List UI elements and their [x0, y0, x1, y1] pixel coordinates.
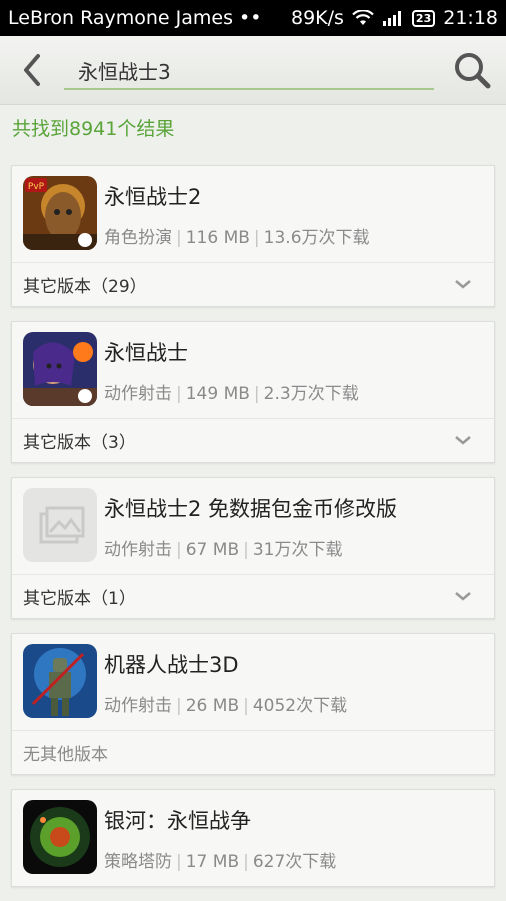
- list-item[interactable]: 银河：永恒战争 策略塔防 | 17 MB | 627次下载: [11, 789, 495, 887]
- svg-text:PvP: PvP: [28, 182, 45, 192]
- image-placeholder-icon: [23, 488, 97, 562]
- clock: 21:18: [443, 7, 498, 29]
- list-item[interactable]: 机器人战士3D 动作射击 | 26 MB | 4052次下载 无其他版本: [11, 633, 495, 775]
- carrier-name: LeBron Raymone James: [8, 7, 233, 29]
- app-meta: 动作射击 | 67 MB | 31万次下载: [104, 540, 343, 560]
- app-name: 永恒战士2 免数据包金币修改版: [104, 497, 398, 521]
- app-meta: 策略塔防 | 17 MB | 627次下载: [104, 852, 337, 872]
- app-name: 永恒战士2: [104, 185, 202, 209]
- app-size: 116 MB: [185, 228, 250, 248]
- robot-warrior-3d-icon: [23, 644, 97, 718]
- chevron-down-icon: [455, 436, 471, 445]
- eternity-warriors-icon: [23, 332, 97, 406]
- app-downloads: 2.3万次下载: [263, 384, 359, 404]
- other-versions-toggle[interactable]: 其它版本（1）: [12, 574, 494, 618]
- other-versions-label: 其它版本（3）: [23, 433, 136, 453]
- app-size: 17 MB: [185, 852, 240, 872]
- app-size: 149 MB: [185, 384, 250, 404]
- app-meta: 动作射击 | 149 MB | 2.3万次下载: [104, 384, 359, 404]
- list-item[interactable]: 永恒战士 动作射击 | 149 MB | 2.3万次下载 其它版本（3）: [11, 321, 495, 463]
- app-name: 永恒战士: [104, 341, 188, 365]
- results-list: PvP 永恒战士2 角色扮演 | 116 MB | 13.6万次下载 其它版本（29）: [11, 165, 495, 901]
- search-icon[interactable]: [452, 50, 492, 90]
- chevron-down-icon: [455, 280, 471, 289]
- app-size: 26 MB: [185, 696, 240, 716]
- other-versions-label: 其它版本（1）: [23, 589, 136, 609]
- app-category: 策略塔防: [104, 852, 172, 872]
- other-versions-toggle[interactable]: 其它版本（29）: [12, 262, 494, 306]
- chevron-down-icon: [455, 592, 471, 601]
- search-header: [0, 36, 506, 105]
- app-category: 角色扮演: [104, 228, 172, 248]
- app-downloads: 627次下载: [252, 852, 337, 872]
- eternity-warriors-2-icon: PvP: [23, 176, 97, 250]
- back-arrow-icon[interactable]: [18, 50, 46, 90]
- app-name: 银河：永恒战争: [104, 809, 251, 833]
- wifi-icon: [352, 10, 374, 25]
- app-size: 67 MB: [185, 540, 240, 560]
- app-category: 动作射击: [104, 384, 172, 404]
- app-downloads: 31万次下载: [252, 540, 343, 560]
- galaxy-eternal-war-icon: [23, 800, 97, 874]
- signal-icon: [382, 11, 401, 26]
- list-item[interactable]: 永恒战士2 免数据包金币修改版 动作射击 | 67 MB | 31万次下载 其它版本（1…: [11, 477, 495, 619]
- app-meta: 角色扮演 | 116 MB | 13.6万次下载: [104, 228, 370, 248]
- status-bar: LeBron Raymone James •• 89K/s 23 21:18: [0, 0, 506, 36]
- result-count: 共找到8941个结果: [12, 118, 175, 140]
- other-versions-label: 其它版本（29）: [23, 277, 147, 297]
- app-category: 动作射击: [104, 696, 172, 716]
- other-versions-toggle[interactable]: 其它版本（3）: [12, 418, 494, 462]
- network-speed: 89K/s: [290, 7, 344, 29]
- app-downloads: 13.6万次下载: [263, 228, 370, 248]
- app-category: 动作射击: [104, 540, 172, 560]
- app-meta: 动作射击 | 26 MB | 4052次下载: [104, 696, 348, 716]
- app-downloads: 4052次下载: [252, 696, 348, 716]
- app-name: 机器人战士3D: [104, 653, 239, 677]
- other-versions-label: 无其他版本: [23, 745, 108, 765]
- battery-icon: 23: [411, 9, 436, 27]
- notification-dots: ••: [239, 7, 262, 29]
- list-item[interactable]: PvP 永恒战士2 角色扮演 | 116 MB | 13.6万次下载 其它版本（29）: [11, 165, 495, 307]
- no-other-versions: 无其他版本: [12, 730, 494, 774]
- search-input[interactable]: [64, 52, 434, 90]
